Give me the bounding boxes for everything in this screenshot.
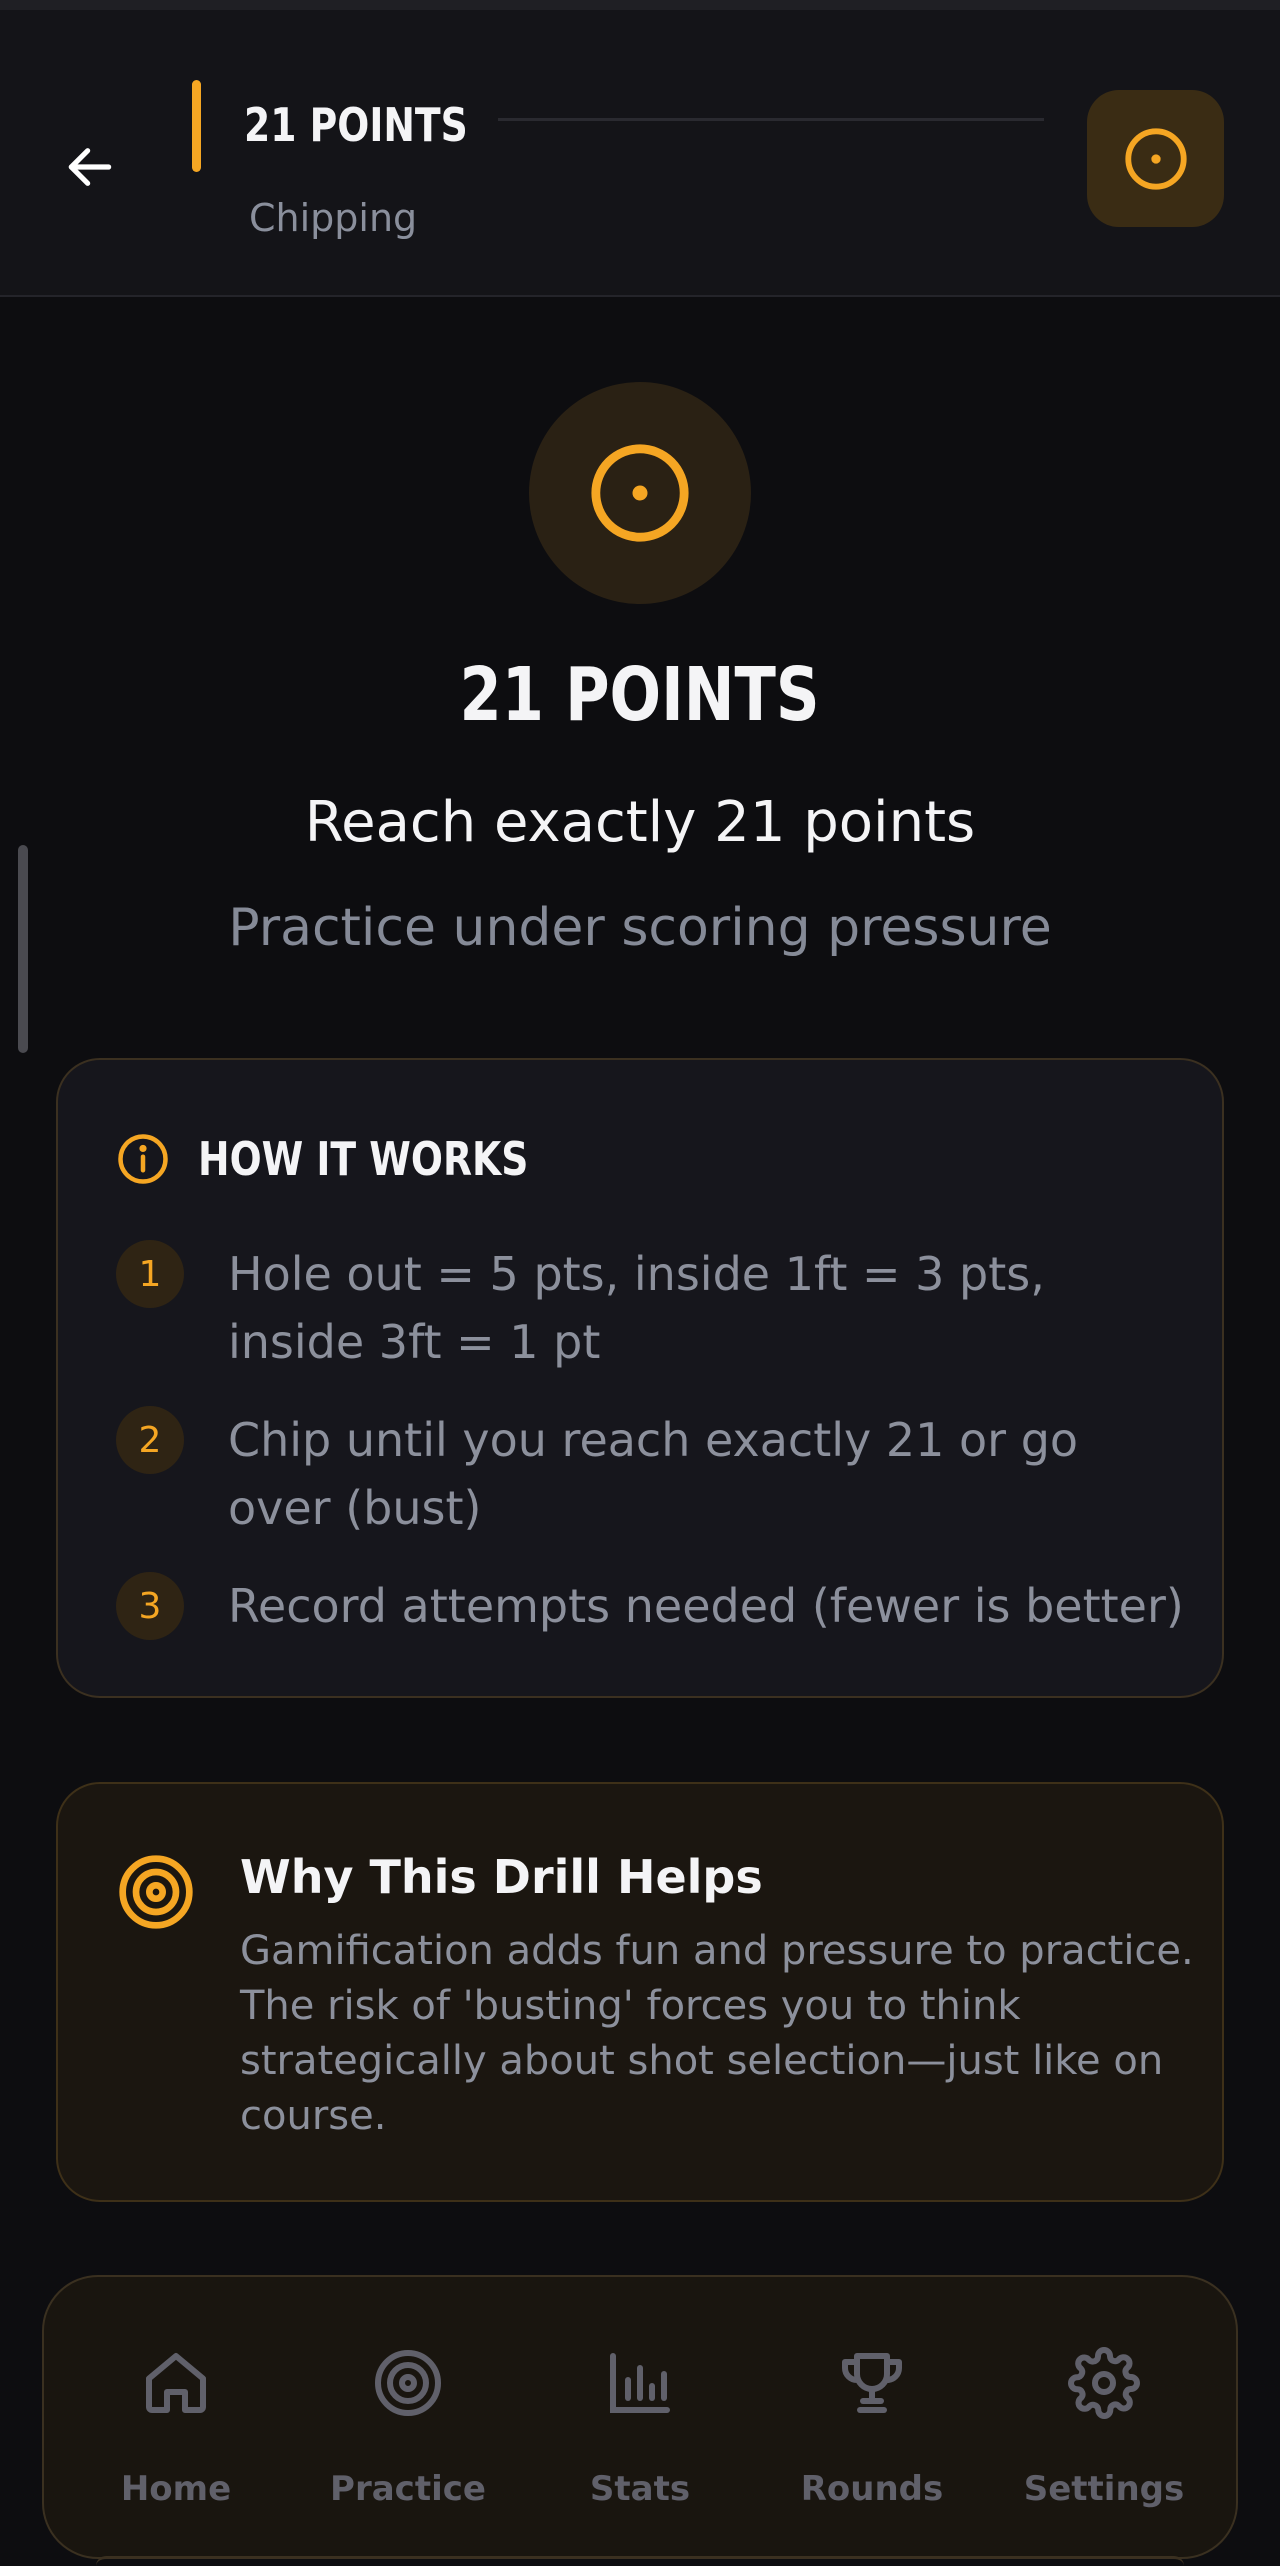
target-icon <box>375 2350 441 2416</box>
title-accent-bar <box>192 80 201 172</box>
step-text: Record attempts needed (fewer is better) <box>228 1579 1184 1633</box>
arrow-left-icon <box>68 148 112 186</box>
nav-settings[interactable]: Settings <box>1004 2277 1204 2561</box>
nav-rounds[interactable]: Rounds <box>772 2277 972 2561</box>
bottom-edge-strip <box>96 2556 1184 2566</box>
how-it-works-header: HOW IT WORKS <box>116 1132 601 1186</box>
step-item: 3 Record attempts needed (fewer is bette… <box>116 1572 1196 1640</box>
app-header: 21 POINTS Chipping <box>0 10 1280 297</box>
bullseye-icon <box>119 1855 193 1929</box>
why-this-drill-card: Why This Drill Helps Gamification adds f… <box>56 1782 1224 2202</box>
step-number: 3 <box>116 1572 184 1640</box>
nav-rounds-label: Rounds <box>800 2469 944 2509</box>
step-text: Chip until you reach exactly 21 or go ov… <box>228 1413 1079 1535</box>
drill-description: Practice under scoring pressure <box>228 898 1052 958</box>
how-it-works-title: HOW IT WORKS <box>198 1132 529 1186</box>
step-number: 1 <box>116 1240 184 1308</box>
nav-stats[interactable]: Stats <box>540 2277 740 2561</box>
gear-icon <box>1068 2347 1140 2419</box>
why-title: Why This Drill Helps <box>240 1850 763 1904</box>
nav-practice-label: Practice <box>330 2469 486 2509</box>
step-text: Hole out = 5 pts, inside 1ft = 3 pts, in… <box>228 1247 1045 1369</box>
step-item: 2 Chip until you reach exactly 21 or go … <box>116 1406 1196 1542</box>
drill-title-text: 21 POINTS <box>459 652 821 738</box>
nav-stats-label: Stats <box>589 2469 691 2509</box>
header-title: 21 POINTS <box>244 98 468 152</box>
home-icon <box>146 2353 206 2413</box>
nav-settings-label: Settings <box>1023 2469 1185 2509</box>
nav-home[interactable]: Home <box>76 2277 276 2561</box>
step-number: 2 <box>116 1406 184 1474</box>
status-bar-strip <box>0 0 1280 10</box>
hero-icon-badge <box>529 382 751 604</box>
trophy-icon <box>842 2353 902 2413</box>
bottom-navigation: Home Practice Stats Rounds Settings <box>42 2275 1238 2559</box>
drill-target-button[interactable] <box>1087 90 1224 227</box>
bar-chart-icon <box>610 2353 670 2413</box>
drill-goal: Reach exactly 21 points <box>304 790 976 855</box>
step-item: 1 Hole out = 5 pts, inside 1ft = 3 pts, … <box>116 1240 1196 1376</box>
how-it-works-card: HOW IT WORKS 1 Hole out = 5 pts, inside … <box>56 1058 1224 1698</box>
back-button[interactable] <box>50 127 130 207</box>
target-icon <box>591 444 689 542</box>
header-divider <box>498 118 1044 121</box>
target-icon <box>1124 127 1187 190</box>
nav-practice[interactable]: Practice <box>308 2277 508 2561</box>
why-text: Gamification adds fun and pressure to pr… <box>240 1928 1194 2139</box>
nav-home-label: Home <box>120 2469 232 2509</box>
header-subtitle: Chipping <box>249 196 418 240</box>
drill-title: 21 POINTS <box>0 652 1280 738</box>
info-icon <box>118 1134 168 1184</box>
